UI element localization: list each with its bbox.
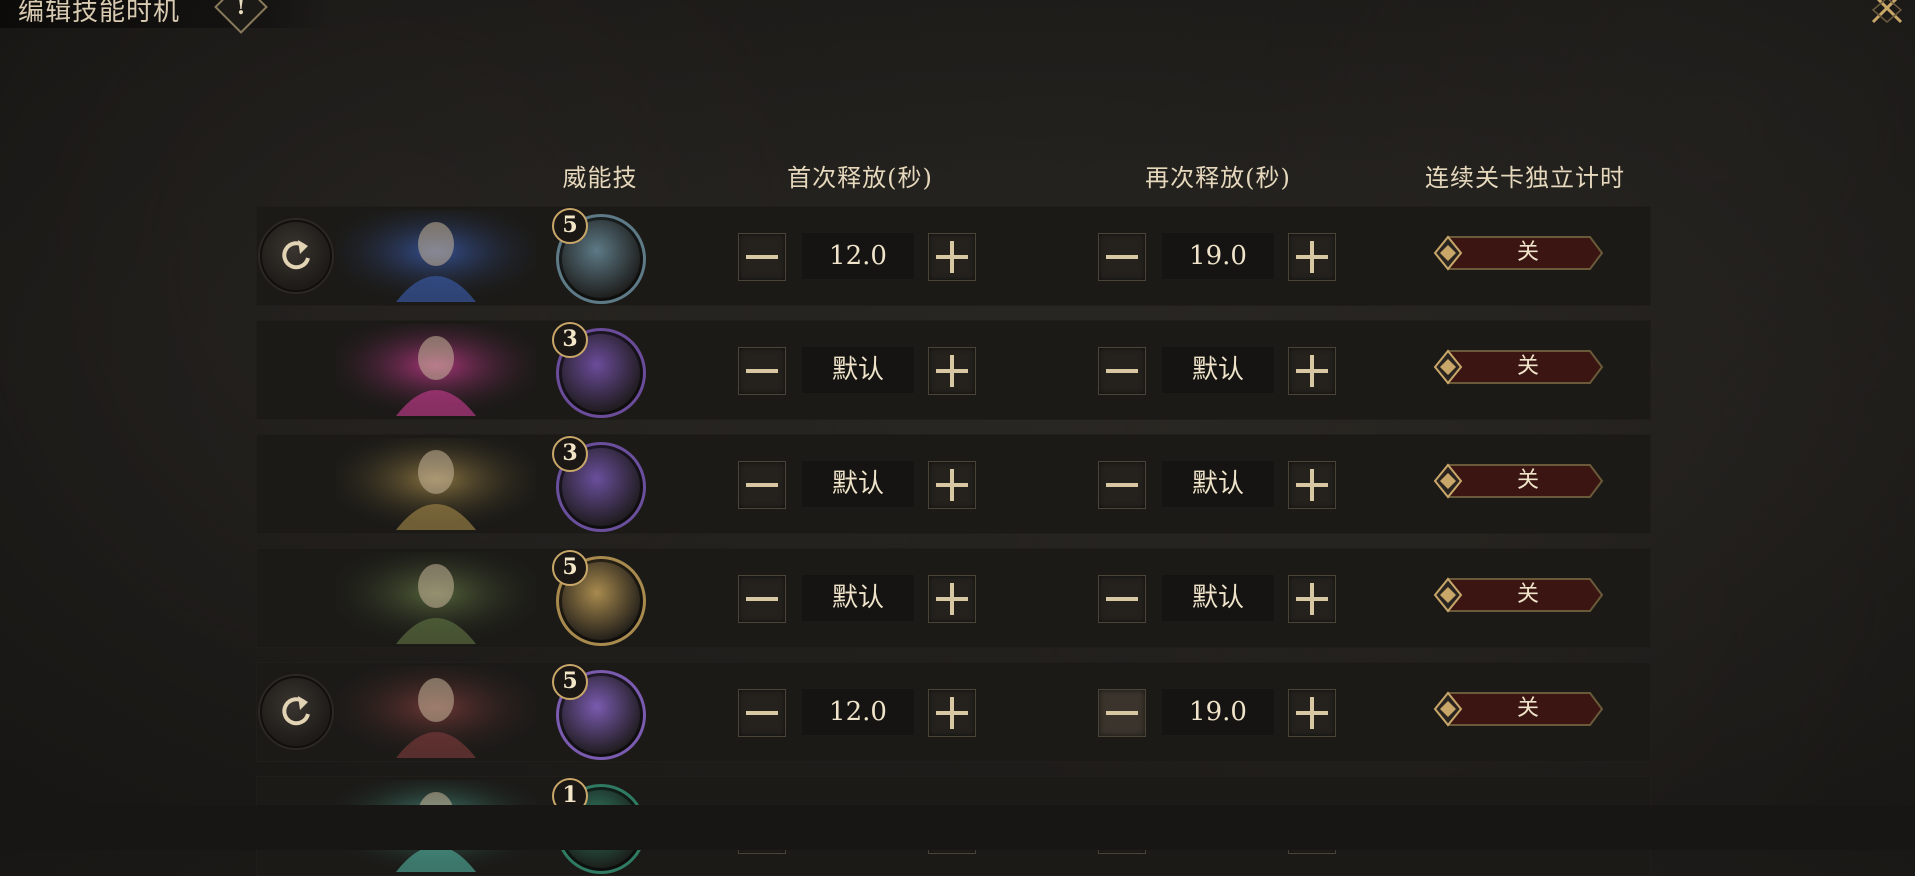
first-cast-decrease-button[interactable] bbox=[738, 461, 786, 509]
recast-decrease-button[interactable] bbox=[1098, 233, 1146, 281]
first-cast-decrease-button[interactable] bbox=[738, 575, 786, 623]
first-cast-value: 默认 bbox=[802, 461, 914, 507]
reset-icon bbox=[282, 696, 310, 726]
first-cast-increase-button[interactable] bbox=[928, 689, 976, 737]
help-icon-glyph: ! bbox=[236, 0, 246, 20]
title-bar: 编辑技能时机 ! bbox=[0, 0, 330, 34]
first-cast-value: 12.0 bbox=[802, 233, 914, 279]
first-cast-increase-button[interactable] bbox=[928, 575, 976, 623]
recast-value: 默认 bbox=[1162, 575, 1274, 621]
recast-decrease-button[interactable] bbox=[1098, 689, 1146, 737]
recast-increase-button[interactable] bbox=[1288, 347, 1336, 395]
skill-level-badge: 3 bbox=[552, 436, 588, 472]
toggle-state-label: 关 bbox=[1516, 582, 1539, 607]
independent-timer-toggle[interactable]: 关 bbox=[1432, 462, 1604, 500]
first-cast-value: 默认 bbox=[802, 347, 914, 393]
first-cast-decrease-button[interactable] bbox=[738, 347, 786, 395]
reset-button[interactable] bbox=[260, 220, 332, 292]
first-cast-increase-button[interactable] bbox=[928, 347, 976, 395]
header-first-cast: 首次释放(秒) bbox=[787, 164, 933, 192]
table-row: 3 默认 默认 关 bbox=[256, 434, 1651, 534]
recast-value: 19.0 bbox=[1162, 233, 1274, 279]
recast-decrease-button[interactable] bbox=[1098, 575, 1146, 623]
table-row: 3 默认 默认 关 bbox=[256, 320, 1651, 420]
skill-level-badge: 5 bbox=[552, 664, 588, 700]
hero-portrait bbox=[336, 210, 536, 302]
recast-decrease-button[interactable] bbox=[1098, 347, 1146, 395]
table-row: 5 12.0 19.0 关 bbox=[256, 662, 1651, 762]
skill-level-badge: 5 bbox=[552, 208, 588, 244]
table-row: 5 默认 默认 关 bbox=[256, 548, 1651, 648]
independent-timer-toggle[interactable]: 关 bbox=[1432, 576, 1604, 614]
toggle-state-label: 关 bbox=[1516, 696, 1539, 721]
toggle-state-label: 关 bbox=[1516, 240, 1539, 265]
independent-timer-toggle[interactable]: 关 bbox=[1432, 690, 1604, 728]
header-skill: 威能技 bbox=[562, 164, 638, 192]
list-bottom-mask bbox=[0, 805, 1915, 850]
page-title: 编辑技能时机 bbox=[18, 0, 181, 27]
hero-portrait bbox=[336, 552, 536, 644]
recast-value: 默认 bbox=[1162, 461, 1274, 507]
skill-level-badge: 5 bbox=[552, 550, 588, 586]
close-icon[interactable] bbox=[1867, 0, 1907, 28]
recast-value: 19.0 bbox=[1162, 689, 1274, 735]
recast-increase-button[interactable] bbox=[1288, 233, 1336, 281]
hero-portrait bbox=[336, 666, 536, 758]
first-cast-decrease-button[interactable] bbox=[738, 689, 786, 737]
reset-icon bbox=[282, 240, 310, 270]
recast-increase-button[interactable] bbox=[1288, 575, 1336, 623]
first-cast-value: 默认 bbox=[802, 575, 914, 621]
header-recast: 再次释放(秒) bbox=[1145, 164, 1291, 192]
toggle-state-label: 关 bbox=[1516, 468, 1539, 493]
skill-level-badge: 3 bbox=[552, 322, 588, 358]
first-cast-increase-button[interactable] bbox=[928, 461, 976, 509]
independent-timer-toggle[interactable]: 关 bbox=[1432, 348, 1604, 386]
recast-decrease-button[interactable] bbox=[1098, 461, 1146, 509]
first-cast-increase-button[interactable] bbox=[928, 233, 976, 281]
hero-portrait bbox=[336, 324, 536, 416]
reset-button[interactable] bbox=[260, 676, 332, 748]
recast-value: 默认 bbox=[1162, 347, 1274, 393]
independent-timer-toggle[interactable]: 关 bbox=[1432, 234, 1604, 272]
toggle-state-label: 关 bbox=[1516, 354, 1539, 379]
first-cast-value: 12.0 bbox=[802, 689, 914, 735]
recast-increase-button[interactable] bbox=[1288, 461, 1336, 509]
recast-increase-button[interactable] bbox=[1288, 689, 1336, 737]
hero-portrait bbox=[336, 438, 536, 530]
column-headers: 威能技 首次释放(秒) 再次释放(秒) 连续关卡独立计时 bbox=[0, 158, 1915, 192]
header-independent-timer: 连续关卡独立计时 bbox=[1425, 164, 1625, 192]
first-cast-decrease-button[interactable] bbox=[738, 233, 786, 281]
table-row: 5 12.0 19.0 关 bbox=[256, 206, 1651, 306]
